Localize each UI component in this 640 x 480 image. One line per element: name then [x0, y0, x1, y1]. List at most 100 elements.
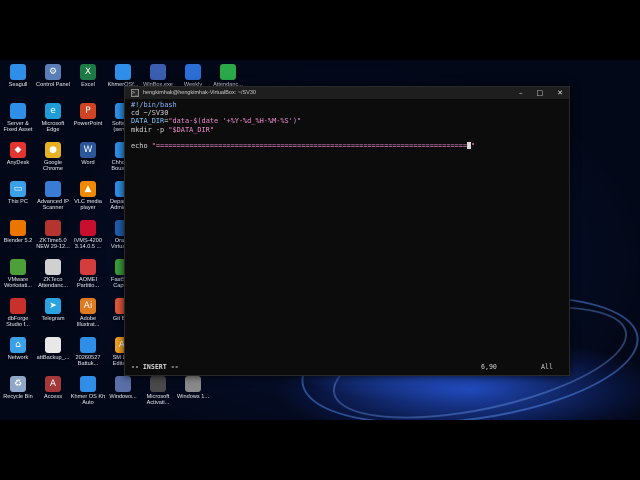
desktop-icon-label: PowerPoint — [73, 121, 103, 127]
desktop-icon-label: Access — [43, 394, 63, 400]
letterbox-bottom — [0, 420, 640, 480]
desktop-icon-label: ZKTime5.0 NEW 29-12... — [36, 238, 70, 251]
desktop-icon-control-panel[interactable]: ⚙ Control Panel — [35, 64, 71, 88]
ip-scanner-icon — [45, 181, 61, 197]
vim-statusline: -- INSERT -- 6,90 All — [131, 363, 561, 371]
desktop-icon-label: IVMS-4200 3.14.0.5 ... — [74, 238, 102, 251]
code-line: echo "==================================… — [131, 142, 475, 150]
this-pc-icon: ▭ — [10, 181, 26, 197]
desktop-icon-vlc[interactable]: ▲ VLC media player — [70, 181, 106, 212]
code-line: #!/bin/bash — [131, 101, 475, 109]
desktop-icon-chrome[interactable]: ● Google Chrome — [35, 142, 71, 173]
code-line: mkdir -p "$DATA_DIR" — [131, 126, 475, 134]
access-icon: A — [45, 376, 61, 392]
desktop-icon-server-folder[interactable]: Server & Fixed Asset — [0, 103, 36, 134]
word-icon: W — [80, 142, 96, 158]
desktop-icon-folder[interactable]: 20260527 Battuk... — [70, 337, 106, 368]
desktop-icon-powerpoint[interactable]: P PowerPoint — [70, 103, 106, 127]
terminal-titlebar[interactable]: >_ hengkimhak@hengkimhak-VirtualBox: ~/S… — [125, 87, 569, 99]
winbox-icon — [150, 64, 166, 80]
desktop-icon-label: Network — [7, 355, 29, 361]
desktop-icon-seagull-folder[interactable]: Seagull — [0, 64, 36, 88]
desktop-icon-edge[interactable]: e Microsoft Edge — [35, 103, 71, 134]
desktop-icon-access[interactable]: A Access — [35, 376, 71, 400]
desktop-icon-ivms[interactable]: IVMS-4200 3.14.0.5 ... — [70, 220, 106, 251]
telegram-icon: ➤ — [45, 298, 61, 314]
editor-buffer[interactable]: #!/bin/bash cd ~/SV30 DATA_DIR="data-$(dat… — [131, 101, 475, 150]
close-icon[interactable]: ✕ — [557, 89, 563, 97]
terminal-icon: >_ — [131, 89, 139, 97]
desktop-icon-label: Microsoft Activati... — [146, 394, 170, 407]
desktop-icon-label: Blender 5.2 — [3, 238, 33, 244]
desktop-icon-network[interactable]: ⌂ Network — [0, 337, 36, 361]
desktop-icon-label: Google Chrome — [43, 160, 63, 173]
desktop-icon-weekly-doc[interactable]: Weekly — [175, 64, 211, 88]
folder-icon — [115, 64, 131, 80]
code-token: "data-$(date '+%Y-%d_%H-%M-%S')" — [168, 117, 302, 126]
code-token: "=======================================… — [151, 142, 468, 151]
blender-icon — [10, 220, 26, 236]
cursor-position: 6,90 — [481, 363, 497, 371]
desktop-icon-zkteco[interactable]: ZKTeco Attendanc... — [35, 259, 71, 290]
chrome-icon: ● — [45, 142, 61, 158]
backup-file-icon — [45, 337, 61, 353]
desktop-icon-recycle-bin[interactable]: ♻ Recycle Bin — [0, 376, 36, 400]
vmware-icon — [10, 259, 26, 275]
code-token: #!/bin/bash — [131, 101, 177, 109]
attendance-icon — [220, 64, 236, 80]
windows-tool-icon — [115, 376, 131, 392]
powerpoint-icon: P — [80, 103, 96, 119]
illustrator-icon: Ai — [80, 298, 96, 314]
activation-icon — [150, 376, 166, 392]
zktime-icon — [45, 220, 61, 236]
desktop-icon-label: AOMEI Partitio... — [76, 277, 100, 290]
desktop-icon-telegram[interactable]: ➤ Telegram — [35, 298, 71, 322]
desktop-icon-label: 20260527 Battuk... — [75, 355, 101, 368]
desktop-icon-aomei[interactable]: AOMEI Partitio... — [70, 259, 106, 290]
desktop-icon-label: AnyDesk — [6, 160, 30, 166]
desktop-icon-this-pc[interactable]: ▭ This PC — [0, 181, 36, 205]
desktop-icon-dbforge[interactable]: dbForge Studio f... — [0, 298, 36, 329]
desktop-icon-ip-scanner[interactable]: Advanced IP Scanner — [35, 181, 71, 212]
desktop-icon-label: Khmer OS Kh Auto — [70, 394, 106, 407]
desktop-icon-label: ZKTeco Attendanc... — [38, 277, 68, 290]
desktop-icon-label: Word — [81, 160, 95, 166]
code-token: echo — [131, 142, 152, 151]
desktop-icon-label: VMware Workstati... — [4, 277, 32, 290]
desktop-icon-label: Server & Fixed Asset — [3, 121, 33, 134]
server-folder-icon — [10, 103, 26, 119]
desktop-icon-label: Control Panel — [36, 82, 70, 88]
desktop-icon-anydesk[interactable]: ◆ AnyDesk — [0, 142, 36, 166]
desktop-icon-winbox[interactable]: WinBox.exe — [140, 64, 176, 88]
desktop-icon-excel[interactable]: X Excel — [70, 64, 106, 88]
desktop-icon-backup-file[interactable]: attBackup_... — [35, 337, 71, 361]
seagull-folder-icon — [10, 64, 26, 80]
desktop-icon-label: Adobe Illustrat... — [76, 316, 100, 329]
desktop-icon-folder[interactable]: KhmerOSf... — [105, 64, 141, 88]
desktop-icon-attendance[interactable]: Attendanc... — [210, 64, 246, 88]
desktop-icon-illustrator[interactable]: Ai Adobe Illustrat... — [70, 298, 106, 329]
desktop-icon-word[interactable]: W Word — [70, 142, 106, 166]
vlc-icon: ▲ — [80, 181, 96, 197]
network-icon: ⌂ — [10, 337, 26, 353]
desktop-icon-label: This PC — [8, 199, 28, 205]
editor-mode: -- INSERT -- — [131, 363, 179, 371]
desktop-icon-label: VLC media player — [74, 199, 102, 212]
edge-icon: e — [45, 103, 61, 119]
desktop-icon-zktime[interactable]: ZKTime5.0 NEW 29-12... — [35, 220, 71, 251]
dbforge-icon — [10, 298, 26, 314]
maximize-icon[interactable]: □ — [537, 89, 544, 97]
aomei-icon — [80, 259, 96, 275]
minimize-icon[interactable]: – — [519, 89, 523, 97]
desktop-icon-label: Recycle Bin — [3, 394, 33, 400]
desktop-icon-blender[interactable]: Blender 5.2 — [0, 220, 36, 244]
terminal-window[interactable]: >_ hengkimhak@hengkimhak-VirtualBox: ~/S… — [124, 86, 570, 376]
desktop-icon-vmware[interactable]: VMware Workstati... — [0, 259, 36, 290]
code-token: mkdir -p — [131, 125, 169, 134]
desktop-icon-label: Windows 1... — [176, 394, 210, 400]
desktop-icon-windows-image[interactable]: Windows 1... — [175, 376, 211, 400]
excel-icon: X — [80, 64, 96, 80]
code-token: "$DATA_DIR" — [168, 125, 214, 134]
desktop-icon-folder[interactable]: Khmer OS Kh Auto — [70, 376, 106, 407]
